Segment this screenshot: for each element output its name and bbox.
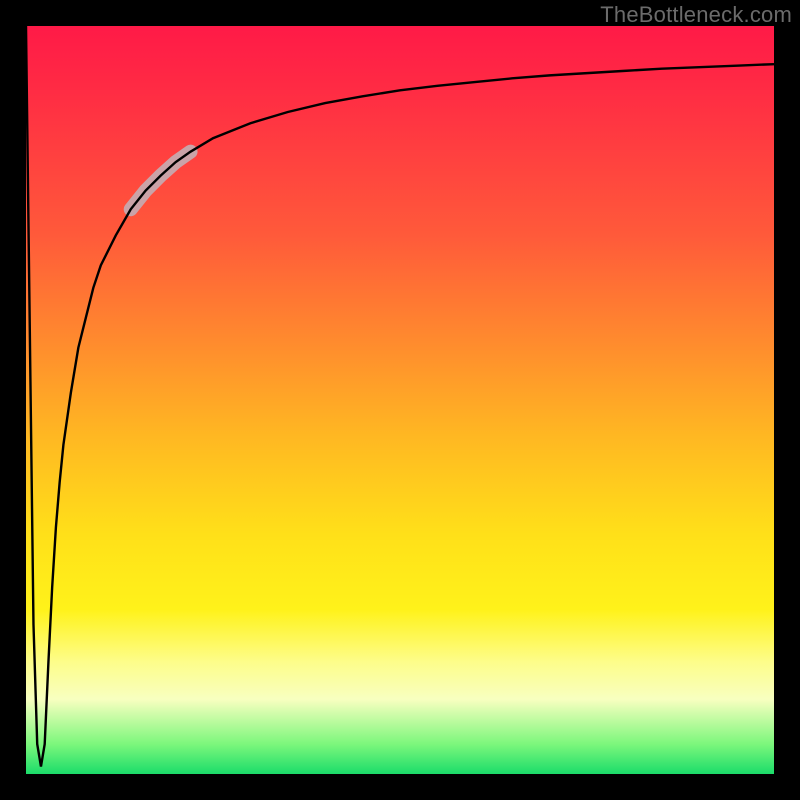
bottleneck-curve [26,26,774,767]
curve-layer [26,26,774,774]
plot-area [26,26,774,774]
chart-frame: TheBottleneck.com [0,0,800,800]
highlight-segment [131,152,191,210]
watermark-text: TheBottleneck.com [600,2,792,28]
